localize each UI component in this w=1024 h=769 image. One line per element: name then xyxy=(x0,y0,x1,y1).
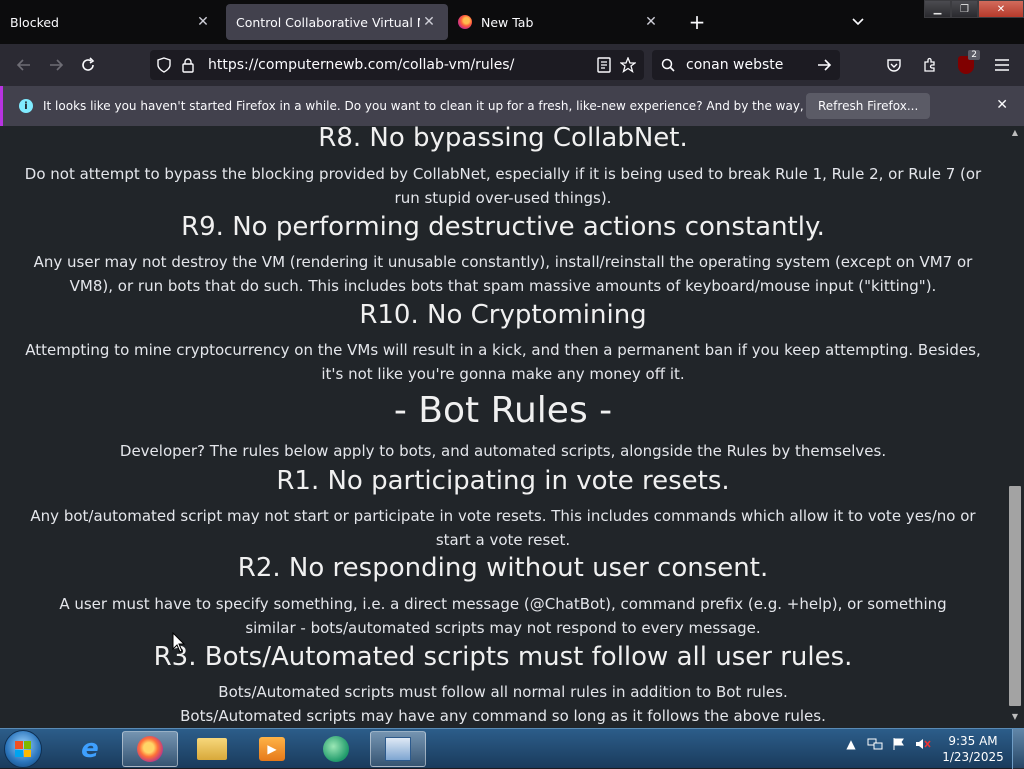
taskbar-remote-desktop[interactable] xyxy=(370,731,426,767)
windows-logo-icon xyxy=(15,741,31,757)
window-controls: ▁ ❐ ✕ xyxy=(924,0,1024,20)
ublock-origin-icon[interactable]: 2 xyxy=(948,50,984,80)
rule-title: R3. Bots/Automated scripts must follow a… xyxy=(153,642,853,672)
scrollbar-thumb[interactable] xyxy=(1009,486,1021,706)
search-bar[interactable]: conan webste xyxy=(652,50,840,80)
windows-taskbar: e ▶ ▲ 9:35 AM 1/23/2025 xyxy=(0,728,1024,769)
url-bar[interactable]: https://computernewb.com/collab-vm/rules… xyxy=(150,50,644,80)
taskbar-firefox[interactable] xyxy=(122,731,178,767)
firefox-icon xyxy=(458,15,472,29)
page-content: R8. No bypassing CollabNet. Do not attem… xyxy=(0,126,1006,728)
rule-text: Attempting to mine cryptocurrency on the… xyxy=(25,341,981,383)
bot-rules-heading: - Bot Rules - xyxy=(393,390,613,431)
rule-title: R8. No bypassing CollabNet. xyxy=(318,126,688,153)
rule-text: Any bot/automated script may not start o… xyxy=(30,507,976,549)
taskbar-file-explorer[interactable] xyxy=(184,731,240,767)
rule-title: R9. No performing destructive actions co… xyxy=(181,212,825,242)
action-center-flag-icon[interactable] xyxy=(890,735,908,753)
extensions-puzzle-icon[interactable] xyxy=(912,50,948,80)
lock-icon[interactable] xyxy=(176,53,200,77)
chevron-down-icon[interactable] xyxy=(846,9,870,33)
rule-title: R2. No responding without user consent. xyxy=(237,553,769,583)
firefox-icon xyxy=(137,736,163,762)
rule-text: Do not attempt to bypass the blocking pr… xyxy=(24,165,982,207)
notification-text: It looks like you haven't started Firefo… xyxy=(43,99,899,113)
clock[interactable]: 9:35 AM 1/23/2025 xyxy=(938,733,1008,765)
close-icon[interactable]: ✕ xyxy=(420,13,438,31)
window-close-button[interactable]: ✕ xyxy=(978,0,1024,18)
rule-text: Bots/Automated scripts may have any comm… xyxy=(180,707,826,725)
taskbar-media-player[interactable]: ▶ xyxy=(244,731,300,767)
extension-badge: 2 xyxy=(968,50,980,60)
scroll-up-arrow-icon[interactable]: ▲ xyxy=(1009,128,1021,142)
tab-new-tab[interactable]: New Tab ✕ xyxy=(448,0,670,44)
close-icon[interactable]: ✕ xyxy=(996,97,1008,113)
tab-collab-vm-rules[interactable]: Control Collaborative Virtual Machi ✕ xyxy=(226,0,448,44)
search-icon xyxy=(656,53,680,77)
url-text: https://computernewb.com/collab-vm/rules… xyxy=(208,57,515,73)
clock-time: 9:35 AM xyxy=(948,734,998,748)
hamburger-menu-icon[interactable] xyxy=(984,50,1020,80)
show-desktop-button[interactable] xyxy=(1012,729,1024,769)
pocket-icon[interactable] xyxy=(876,50,912,80)
rule-title: R1. No participating in vote resets. xyxy=(276,466,730,496)
tab-label: Control Collaborative Virtual Machi xyxy=(236,14,420,30)
rule-text: Bots/Automated scripts must follow all n… xyxy=(218,683,788,701)
clock-date: 1/23/2025 xyxy=(942,750,1004,764)
tab-label: New Tab xyxy=(481,14,534,30)
tab-blocked[interactable]: Blocked ✕ xyxy=(0,0,222,44)
bookmark-star-icon[interactable] xyxy=(616,53,640,77)
navigation-toolbar: https://computernewb.com/collab-vm/rules… xyxy=(0,44,1024,86)
notification-bar: i It looks like you haven't started Fire… xyxy=(0,86,1024,126)
bot-rules-intro: Developer? The rules below apply to bots… xyxy=(119,442,887,460)
refresh-firefox-button[interactable]: Refresh Firefox... xyxy=(806,93,931,119)
minimize-button[interactable]: ▁ xyxy=(924,0,951,18)
remote-desktop-icon xyxy=(385,737,411,761)
forward-button[interactable] xyxy=(40,49,72,81)
tracking-protection-shield-icon[interactable] xyxy=(152,53,176,77)
close-icon[interactable]: ✕ xyxy=(642,13,660,31)
chat-app-icon xyxy=(323,736,349,762)
mouse-cursor-icon xyxy=(172,632,186,653)
maximize-button[interactable]: ❐ xyxy=(951,0,978,18)
toolbar-actions: 2 xyxy=(876,50,1020,80)
scroll-down-arrow-icon[interactable]: ▼ xyxy=(1009,712,1021,726)
system-tray: ▲ xyxy=(842,735,932,753)
rule-text: Any user may not destroy the VM (renderi… xyxy=(33,253,973,295)
taskbar-chat-app[interactable] xyxy=(308,731,364,767)
new-tab-button[interactable]: + xyxy=(682,7,712,37)
search-input[interactable]: conan webste xyxy=(686,57,812,73)
internet-explorer-icon: e xyxy=(81,734,99,764)
tab-strip: Blocked ✕ Control Collaborative Virtual … xyxy=(0,0,1024,44)
page-scrollbar[interactable]: ▲ ▼ xyxy=(1006,126,1024,728)
volume-muted-icon[interactable] xyxy=(914,735,932,753)
start-button[interactable] xyxy=(4,730,42,768)
network-icon[interactable] xyxy=(866,735,884,753)
tab-label: Blocked xyxy=(10,14,59,30)
rule-title: R10. No Cryptomining xyxy=(359,300,647,330)
arrow-right-icon[interactable] xyxy=(812,53,836,77)
folder-icon xyxy=(197,738,227,760)
taskbar-internet-explorer[interactable]: e xyxy=(62,731,118,767)
show-hidden-icons-icon[interactable]: ▲ xyxy=(842,735,860,753)
close-icon[interactable]: ✕ xyxy=(194,13,212,31)
reader-view-icon[interactable] xyxy=(592,53,616,77)
media-player-icon: ▶ xyxy=(259,737,285,761)
back-button[interactable] xyxy=(8,49,40,81)
reload-button[interactable] xyxy=(72,49,104,81)
info-icon: i xyxy=(19,99,33,113)
